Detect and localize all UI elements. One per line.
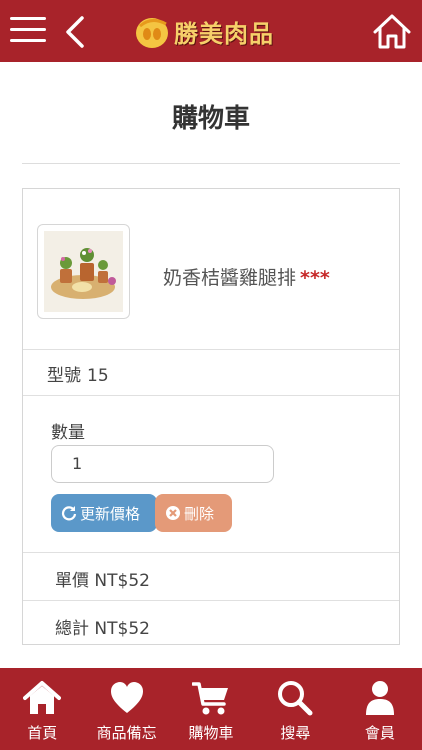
total-row: 總計 NT$52 [55, 614, 150, 639]
delete-button[interactable]: 刪除 [155, 494, 232, 532]
nav-search[interactable]: 搜尋 [253, 668, 337, 750]
quantity-input[interactable]: 1 [51, 445, 274, 483]
bottom-nav: 首頁 商品備忘 購物車 搜尋 會員 [0, 668, 422, 750]
title-divider [22, 163, 400, 164]
product-image [44, 231, 123, 312]
total-value: NT$52 [94, 619, 150, 639]
product-thumbnail[interactable] [37, 224, 130, 319]
nav-favorites[interactable]: 商品備忘 [84, 668, 168, 750]
update-price-button[interactable]: 更新價格 [51, 494, 157, 532]
search-icon [278, 681, 313, 716]
nav-member-label: 會員 [364, 724, 395, 742]
nav-member[interactable]: 會員 [338, 668, 422, 750]
refresh-icon [61, 506, 77, 521]
nav-favorites-label: 商品備忘 [96, 724, 157, 742]
page-title: 購物車 [171, 104, 250, 134]
update-price-label: 更新價格 [80, 504, 141, 523]
row-divider [23, 395, 399, 396]
unit-price-value: NT$52 [94, 571, 150, 591]
cart-item-card: 奶香桔醬雞腿排 *** 型號 15 數量 1 更新價格 刪除 單價 NT$52 總計… [22, 188, 400, 645]
nav-home-label: 首頁 [27, 724, 58, 742]
cart-icon [192, 682, 229, 715]
back-icon[interactable] [64, 16, 86, 48]
brand-name: 勝美肉品 [174, 19, 274, 48]
top-bar: 勝美肉品 [0, 0, 422, 62]
model-label: 型號 [47, 366, 81, 386]
user-icon [365, 681, 394, 715]
delete-label: 刪除 [184, 504, 215, 523]
home-icon [23, 681, 62, 714]
menu-icon[interactable] [10, 17, 46, 45]
home-icon[interactable] [372, 12, 412, 50]
row-divider [23, 349, 399, 350]
nav-cart-label: 購物車 [188, 724, 234, 742]
remove-icon [166, 506, 180, 520]
product-name-text: 奶香桔醬雞腿排 [163, 267, 297, 289]
heart-icon [110, 682, 143, 713]
unit-price-label: 單價 [55, 571, 89, 591]
model-value: 15 [87, 366, 109, 386]
quantity-label: 數量 [51, 423, 85, 443]
total-label: 總計 [55, 619, 89, 639]
nav-search-label: 搜尋 [280, 724, 311, 742]
brand-logo[interactable]: 勝美肉品 [132, 12, 274, 50]
row-divider [23, 600, 399, 601]
nav-cart[interactable]: 購物車 [169, 668, 253, 750]
product-name[interactable]: 奶香桔醬雞腿排 *** [163, 263, 330, 290]
model-row: 型號 15 [47, 361, 109, 386]
row-divider [23, 552, 399, 553]
unit-price-row: 單價 NT$52 [55, 566, 150, 591]
quantity-value: 1 [72, 454, 83, 473]
logo-mark-icon [136, 18, 168, 48]
nav-home[interactable]: 首頁 [0, 668, 84, 750]
required-marker: *** [300, 267, 330, 289]
